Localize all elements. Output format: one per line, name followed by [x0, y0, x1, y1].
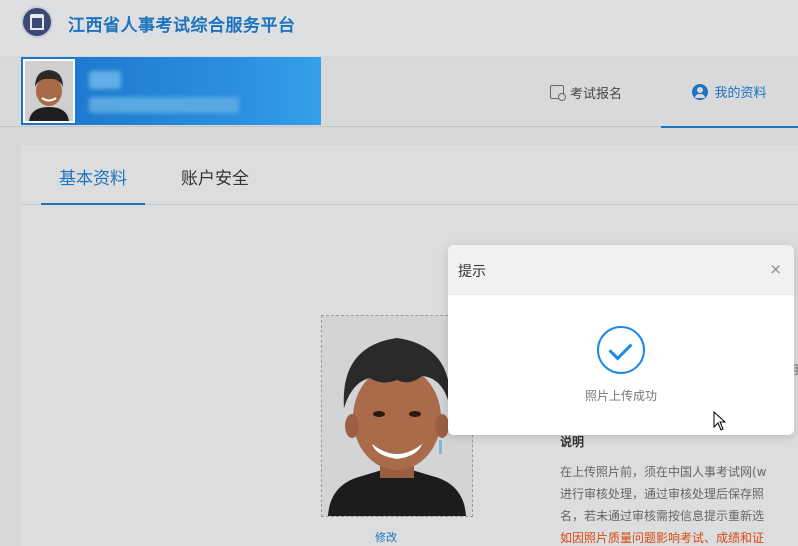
site-title: 江西省人事考试综合服务平台 — [68, 16, 296, 36]
notes-text-block: 在上传照片前，须在中国人事考试网(w 进行审核处理，通过审核处理后保存照 名，若… — [560, 445, 798, 546]
mouse-cursor-icon — [713, 411, 727, 431]
user-id: 360000000000000000 — [89, 97, 239, 113]
user-icon — [692, 83, 709, 100]
dialog-header: 提示 × — [448, 245, 794, 295]
nav-my-profile-label: 我的资料 — [714, 86, 767, 101]
notes-line: 名，若未通过审核需按信息提示重新选 — [560, 509, 765, 523]
close-icon[interactable]: × — [769, 261, 782, 277]
nav-exam-registration-label: 考试报名 — [570, 86, 623, 102]
dialog-title: 提示 — [458, 264, 486, 280]
navigation-bar: 张 360000000000000000 考试报名 我的资料 — [0, 57, 798, 128]
top-header: 江西省人事考试综合服务平台 — [0, 0, 798, 56]
success-dialog: 提示 × 照片上传成功 — [448, 245, 794, 435]
notes-warning-line: 如因照片质量问题影响考试、成绩和证 — [560, 531, 765, 545]
tab-account-security[interactable]: 账户安全 — [165, 145, 265, 205]
notes-line: 进行审核处理，通过审核处理后保存照 — [560, 487, 765, 501]
platform-logo — [21, 6, 53, 38]
modify-photo-link[interactable]: 修改 — [375, 529, 397, 545]
notes-line: 在上传照片前，须在中国人事考试网(w — [560, 465, 767, 479]
nav-exam-registration[interactable]: 考试报名 — [550, 57, 622, 127]
success-check-icon — [597, 326, 645, 374]
user-name: 张 — [89, 71, 121, 89]
avatar[interactable] — [23, 59, 75, 123]
dialog-message: 照片上传成功 — [584, 389, 657, 403]
user-card: 张 360000000000000000 — [21, 57, 321, 125]
document-icon — [550, 85, 566, 101]
nav-my-profile[interactable]: 我的资料 — [661, 57, 798, 128]
profile-tabs: 基本资料 账户安全 — [21, 145, 798, 205]
tab-basic-info[interactable]: 基本资料 — [41, 145, 145, 205]
